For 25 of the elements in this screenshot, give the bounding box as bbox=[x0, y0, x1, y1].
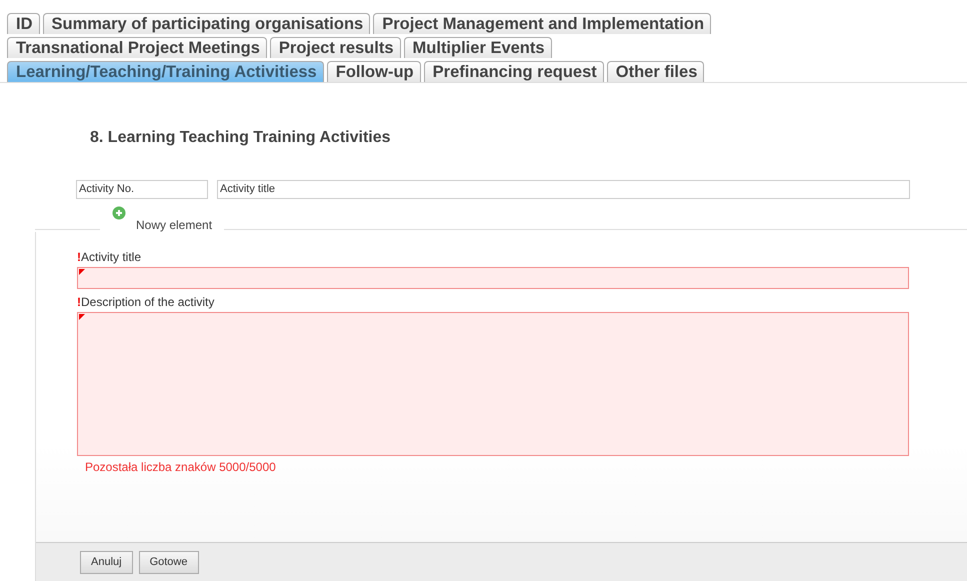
tab[interactable]: Learning/Teaching/Training Activitiess bbox=[7, 61, 324, 82]
column-header: Activity title bbox=[217, 180, 910, 199]
column-header: Activity No. bbox=[76, 180, 208, 199]
tab[interactable]: Project results bbox=[270, 37, 401, 58]
tab[interactable]: Summary of participating organisations bbox=[42, 13, 370, 34]
character-counter: Pozostała liczba znaków 5000/5000 bbox=[85, 460, 277, 474]
error-flag-icon bbox=[79, 269, 85, 275]
tab[interactable]: Transnational Project Meetings bbox=[7, 37, 267, 58]
tab[interactable]: Other files bbox=[606, 61, 704, 82]
required-mark: ! bbox=[77, 295, 81, 309]
done-button[interactable]: Gotowe bbox=[138, 550, 198, 574]
tab[interactable]: Prefinancing request bbox=[424, 61, 604, 82]
tab[interactable]: Multiplier Events bbox=[404, 37, 552, 58]
section-heading: 8. Learning Teaching Training Activities bbox=[90, 129, 392, 147]
tab[interactable]: ID bbox=[7, 13, 40, 34]
legend-title: Nowy element bbox=[136, 218, 212, 232]
tab[interactable]: Follow-up bbox=[326, 61, 421, 82]
field-label: Description of the activity bbox=[81, 295, 214, 309]
input-field[interactable] bbox=[77, 267, 909, 289]
field-label: Activity title bbox=[81, 250, 142, 264]
tab[interactable]: Project Management and Implementation bbox=[373, 13, 712, 34]
cancel-button[interactable]: Anuluj bbox=[80, 550, 133, 574]
required-mark: ! bbox=[77, 250, 81, 264]
error-flag-icon bbox=[79, 314, 85, 320]
add-icon[interactable] bbox=[112, 206, 126, 220]
